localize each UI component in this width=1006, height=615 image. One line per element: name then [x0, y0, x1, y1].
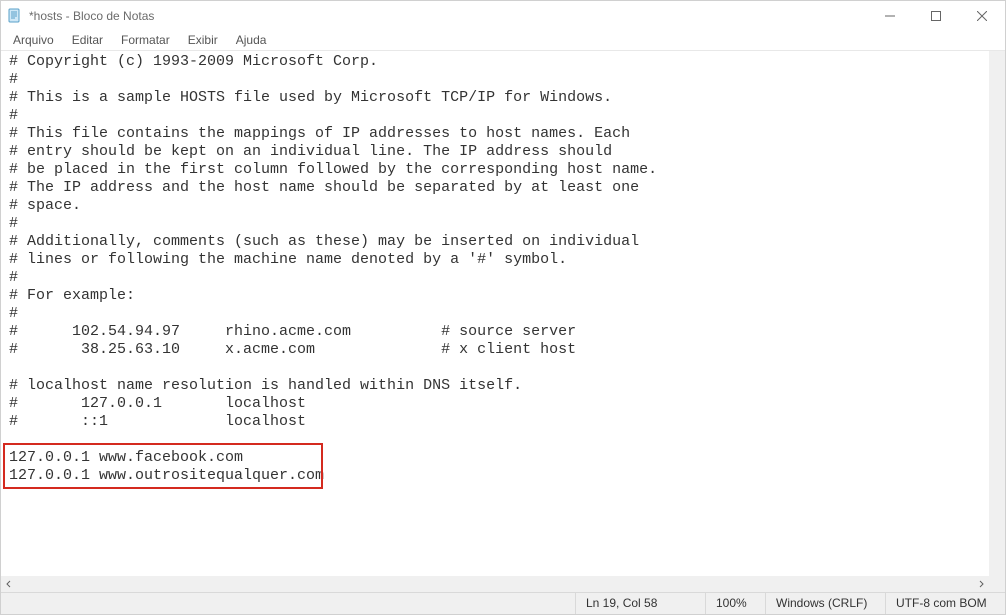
menu-exibir[interactable]: Exibir: [180, 32, 226, 48]
status-encoding: UTF-8 com BOM: [885, 593, 1005, 614]
scroll-right-icon[interactable]: [973, 576, 989, 592]
titlebar[interactable]: *hosts - Bloco de Notas: [1, 1, 1005, 31]
notepad-window: *hosts - Bloco de Notas Arquivo Editar F…: [0, 0, 1006, 615]
scroll-left-icon[interactable]: [1, 576, 17, 592]
window-controls: [867, 1, 1005, 31]
menu-ajuda[interactable]: Ajuda: [228, 32, 275, 48]
editor-area: # Copyright (c) 1993-2009 Microsoft Corp…: [1, 51, 1005, 592]
status-line-ending: Windows (CRLF): [765, 593, 885, 614]
scrollbar-corner: [989, 576, 1005, 592]
horizontal-scrollbar[interactable]: [1, 576, 989, 592]
maximize-button[interactable]: [913, 1, 959, 31]
close-button[interactable]: [959, 1, 1005, 31]
vertical-scrollbar[interactable]: [989, 51, 1005, 576]
menubar: Arquivo Editar Formatar Exibir Ajuda: [1, 31, 1005, 51]
status-spacer: [1, 593, 575, 614]
minimize-button[interactable]: [867, 1, 913, 31]
statusbar: Ln 19, Col 58 100% Windows (CRLF) UTF-8 …: [1, 592, 1005, 614]
text-editor[interactable]: # Copyright (c) 1993-2009 Microsoft Corp…: [1, 51, 989, 576]
status-cursor-position: Ln 19, Col 58: [575, 593, 705, 614]
window-title: *hosts - Bloco de Notas: [29, 9, 154, 23]
menu-editar[interactable]: Editar: [64, 32, 111, 48]
menu-formatar[interactable]: Formatar: [113, 32, 178, 48]
notepad-icon: [7, 8, 23, 24]
status-zoom: 100%: [705, 593, 765, 614]
menu-arquivo[interactable]: Arquivo: [5, 32, 62, 48]
